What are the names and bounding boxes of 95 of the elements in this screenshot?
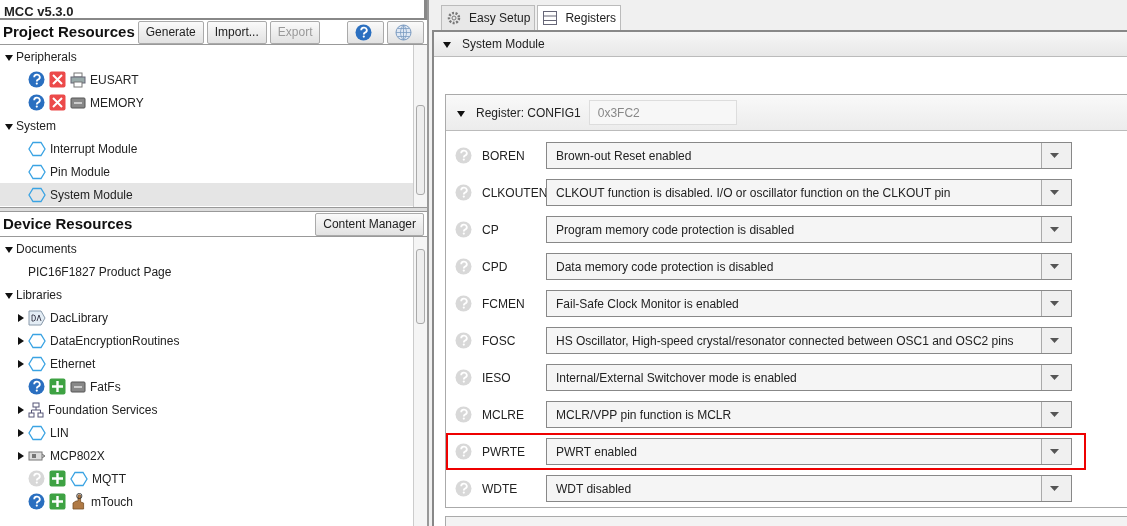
printer-icon bbox=[70, 71, 86, 88]
network-icon bbox=[28, 401, 44, 418]
register-header[interactable]: Register: CONFIG1 bbox=[456, 103, 581, 122]
list-icon bbox=[542, 10, 559, 26]
field-name: CP bbox=[481, 221, 500, 239]
tree-item[interactable]: Interrupt Module bbox=[0, 137, 413, 160]
help-icon bbox=[455, 258, 472, 275]
caret-icon bbox=[1050, 448, 1059, 455]
dropdown[interactable]: MCLR/VPP pin function is MCLR bbox=[546, 401, 1072, 428]
tree-item[interactable]: System Module bbox=[0, 183, 413, 206]
hexagon-icon bbox=[28, 186, 46, 203]
toolbar-button[interactable]: Generate bbox=[137, 20, 204, 44]
field-name: BOREN bbox=[481, 147, 526, 165]
tree-item-label[interactable]: MCP802X bbox=[50, 446, 105, 465]
dropdown[interactable]: HS Oscillator, High-speed crystal/resonator connected between OSC1 and OSC2 pins bbox=[546, 327, 1072, 354]
caret-icon bbox=[1050, 189, 1059, 196]
caret-icon bbox=[1050, 263, 1059, 270]
field-name: WDTE bbox=[481, 480, 519, 498]
help-icon bbox=[455, 221, 472, 238]
section-header[interactable]: System Module bbox=[434, 32, 1127, 57]
tree-item[interactable]: Pin Module bbox=[0, 160, 413, 183]
caret-icon bbox=[1050, 300, 1059, 307]
scrollbar[interactable] bbox=[413, 45, 427, 207]
tree-item-label[interactable]: EUSART bbox=[90, 70, 139, 89]
caret-icon bbox=[1050, 226, 1059, 233]
help-icon bbox=[455, 184, 472, 201]
field-name: CPD bbox=[481, 258, 509, 276]
hexagon-icon bbox=[70, 470, 88, 487]
dropdown[interactable]: Internal/External Switchover mode is enabled bbox=[546, 364, 1072, 391]
field-name: PWRTE bbox=[481, 443, 527, 461]
caret-icon bbox=[1050, 337, 1059, 344]
dac-icon bbox=[28, 309, 46, 326]
hexagon-icon bbox=[28, 332, 46, 349]
globe-icon bbox=[395, 23, 412, 41]
caret-icon bbox=[1050, 152, 1059, 159]
help-icon bbox=[455, 295, 472, 312]
help-button[interactable] bbox=[347, 20, 384, 44]
toolbar-button[interactable]: Import... bbox=[206, 20, 267, 44]
hexagon-icon bbox=[28, 163, 46, 180]
collapsed-arrow-icon[interactable] bbox=[16, 427, 26, 438]
tree-item-label[interactable]: Foundation Services bbox=[48, 400, 158, 419]
field-name: IESO bbox=[481, 369, 512, 387]
help-icon bbox=[455, 332, 472, 349]
field-name: FOSC bbox=[481, 332, 517, 350]
caret-icon bbox=[1050, 374, 1059, 381]
tree-item-label[interactable]: Peripherals bbox=[16, 47, 77, 66]
collapsed-arrow-icon[interactable] bbox=[16, 312, 26, 323]
dropdown[interactable]: Fail-Safe Clock Monitor is enabled bbox=[546, 290, 1072, 317]
tree-item-label[interactable]: Ethernet bbox=[50, 354, 96, 373]
tree-item-label[interactable]: mTouch bbox=[91, 492, 134, 511]
help-icon bbox=[455, 480, 472, 497]
field-name: FCMEN bbox=[481, 295, 526, 313]
tab[interactable]: Easy Setup bbox=[441, 5, 536, 30]
hand-icon bbox=[70, 493, 87, 510]
globe-button[interactable] bbox=[387, 20, 424, 44]
caret-icon bbox=[1050, 411, 1059, 418]
scrollbar[interactable] bbox=[413, 237, 427, 526]
tree-item-label[interactable]: DataEncryptionRoutines bbox=[50, 331, 180, 350]
chip-icon bbox=[70, 378, 86, 395]
collapsed-arrow-icon[interactable] bbox=[16, 358, 26, 369]
panel-title: Project Resources bbox=[3, 23, 135, 41]
caret-icon bbox=[1050, 485, 1059, 492]
tree-item-label[interactable]: MQTT bbox=[92, 469, 126, 488]
tree-item-label[interactable]: Documents bbox=[16, 239, 77, 258]
tree-item-label[interactable]: PIC16F1827 Product Page bbox=[28, 262, 172, 281]
hexagon-icon bbox=[28, 424, 46, 441]
help-icon bbox=[455, 147, 472, 164]
tab[interactable]: Registers bbox=[537, 5, 622, 30]
tree-item-label[interactable]: Libraries bbox=[16, 285, 63, 304]
chip-icon bbox=[70, 94, 86, 111]
collapsed-arrow-icon[interactable] bbox=[16, 450, 26, 461]
dropdown[interactable]: Brown-out Reset enabled bbox=[546, 142, 1072, 169]
tree-item-label[interactable]: LIN bbox=[50, 423, 69, 442]
content-manager-button[interactable]: Content Manager bbox=[315, 212, 424, 236]
help-icon bbox=[455, 369, 472, 386]
help-icon bbox=[455, 406, 472, 423]
collapsed-arrow-icon[interactable] bbox=[16, 335, 26, 346]
hexagon-icon bbox=[28, 355, 46, 372]
tree-item-label[interactable]: FatFs bbox=[90, 377, 121, 396]
panel-title: Device Resources bbox=[3, 215, 134, 233]
field-name: CLKOUTEN bbox=[481, 184, 546, 202]
field-name: MCLRE bbox=[481, 406, 525, 424]
tree-item-label[interactable]: DacLibrary bbox=[50, 308, 109, 327]
help-icon bbox=[355, 23, 372, 41]
dropdown[interactable]: Data memory code protection is disabled bbox=[546, 253, 1072, 280]
help-icon bbox=[455, 443, 472, 460]
collapsed-arrow-icon[interactable] bbox=[16, 404, 26, 415]
dropdown[interactable]: WDT disabled bbox=[546, 475, 1072, 502]
tree-item-label[interactable]: System bbox=[16, 116, 56, 135]
gear-icon bbox=[446, 10, 462, 26]
dropdown[interactable]: Program memory code protection is disabled bbox=[546, 216, 1072, 243]
tree-item-label[interactable]: MEMORY bbox=[90, 93, 144, 112]
hexagon-icon bbox=[28, 140, 46, 157]
dropdown[interactable]: PWRT enabled bbox=[546, 438, 1072, 465]
dropdown[interactable]: CLKOUT function is disabled. I/O or oscillator function on the CLKOUT pin bbox=[546, 179, 1072, 206]
